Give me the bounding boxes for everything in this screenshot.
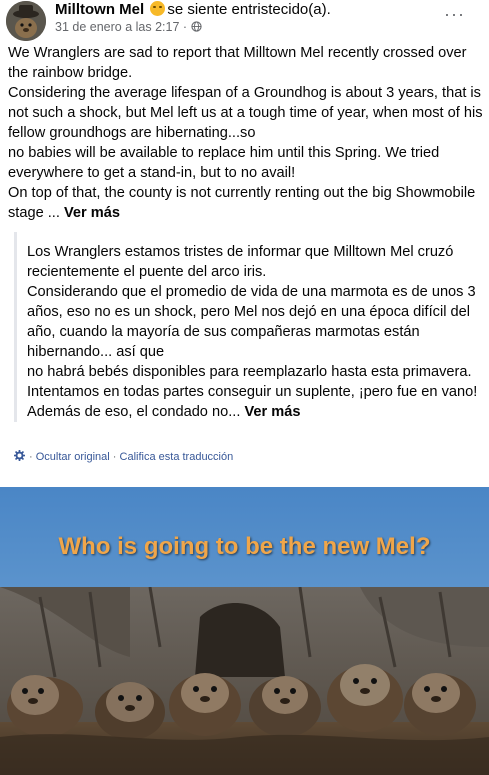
see-more-link[interactable]: Ver más (64, 205, 120, 221)
avatar-image (6, 1, 46, 41)
post-paragraph: On top of that, the county is not curren… (8, 183, 483, 223)
translation-paragraph: Considerando que el promedio de vida de … (27, 284, 476, 360)
translation-text: Los Wranglers estamos tristes de informa… (27, 242, 487, 422)
feeling-text: se siente entristecido(a). (167, 1, 331, 18)
post-timestamp[interactable]: 31 de enero a las 2:17 (55, 20, 179, 34)
translation-separator: · (112, 451, 117, 463)
translation-paragraph-text: Además de eso, el condado no... (27, 404, 241, 420)
translation-separator-start: · (29, 451, 33, 463)
groundhogs-photo (0, 587, 489, 775)
more-options-icon[interactable]: ··· (444, 4, 465, 25)
post-image[interactable]: Who is going to be the new Mel? (0, 487, 489, 775)
translation-block: Los Wranglers estamos tristes de informa… (14, 232, 487, 422)
sad-face-emoji-icon (150, 1, 166, 16)
post-paragraph: Considering the average lifespan of a Gr… (8, 85, 483, 141)
translation-paragraph: Los Wranglers estamos tristes de informa… (27, 244, 454, 280)
author-name[interactable]: Milltown Mel (55, 1, 144, 18)
rate-translation-link[interactable]: Califica esta traducción (120, 451, 234, 463)
globe-icon[interactable] (190, 21, 202, 32)
post-text: We Wranglers are sad to report that Mill… (8, 43, 483, 223)
image-headline: Who is going to be the new Mel? (58, 533, 431, 560)
translation-paragraph: Además de eso, el condado no... Ver más (27, 402, 487, 422)
hide-original-link[interactable]: Ocultar original (36, 451, 110, 463)
post-author-line: Milltown Mel se siente entristecido(a). (55, 1, 331, 18)
post-header: Milltown Mel se siente entristecido(a). … (0, 0, 489, 41)
gear-icon (13, 449, 26, 462)
translation-paragraph: no habrá bebés disponibles para reemplaz… (27, 364, 478, 400)
post-paragraph: We Wranglers are sad to report that Mill… (8, 45, 467, 81)
avatar[interactable] (6, 1, 46, 41)
post-paragraph: no babies will be available to replace h… (8, 145, 440, 181)
meta-separator: · (182, 20, 188, 34)
translation-see-more-link[interactable]: Ver más (244, 404, 300, 420)
translation-links: · Ocultar original · Califica esta tradu… (13, 449, 234, 463)
post-meta: 31 de enero a las 2:17 · (55, 20, 202, 34)
